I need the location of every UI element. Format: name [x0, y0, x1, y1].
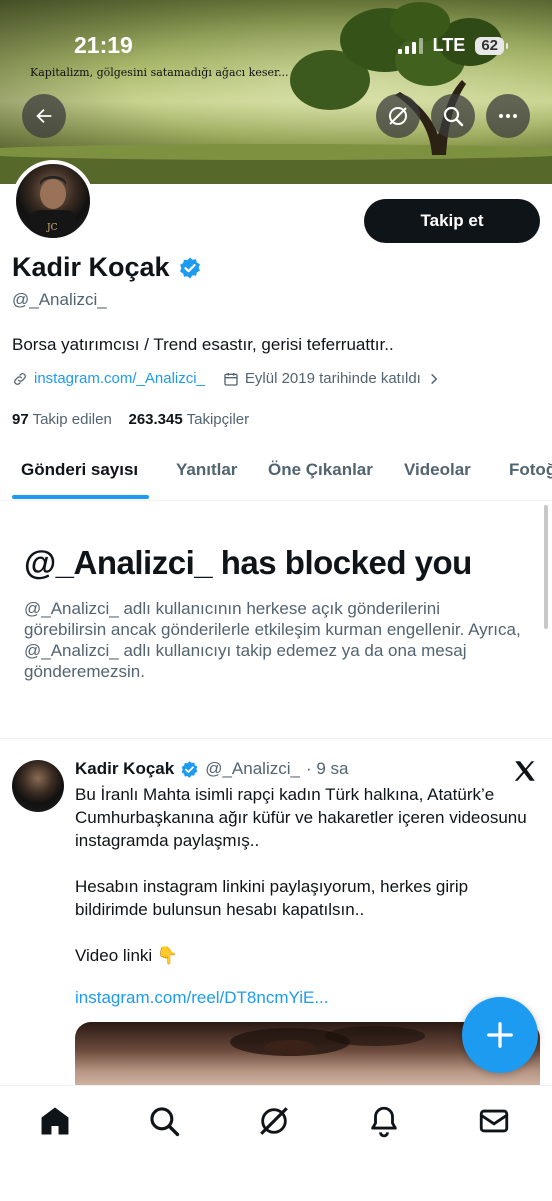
following-count: 97	[12, 411, 29, 428]
grok-button[interactable]	[376, 94, 420, 138]
x-logo-icon	[514, 761, 535, 781]
more-icon	[499, 114, 517, 118]
profile-name-row: Kadir Koçak	[12, 252, 202, 283]
follow-button[interactable]: Takip et	[364, 199, 540, 243]
blocked-title: @_Analizci_ has blocked you	[24, 544, 472, 581]
more-button[interactable]	[486, 94, 530, 138]
tab-photos[interactable]: Fotoğ	[509, 460, 552, 480]
profile-meta: instagram.com/_Analizci_ Eylül 2019 tari…	[12, 370, 441, 387]
tweet-link[interactable]: instagram.com/reel/DT8ncmYiE...	[75, 988, 329, 1008]
signal-icon	[397, 37, 423, 54]
profile-handle: @_Analizci_	[12, 290, 107, 309]
plus-icon	[487, 1022, 513, 1048]
following-label: Takip edilen	[32, 411, 112, 428]
scrollbar[interactable]	[544, 505, 548, 629]
blocked-description: @_Analizci_ adlı kullanıcının herkese aç…	[24, 599, 521, 681]
followers-label: Takipçiler	[186, 411, 250, 428]
tweet-header: Kadir Koçak @_Analizci_ · 9 sa	[75, 759, 348, 779]
tweet-avatar[interactable]	[12, 760, 64, 812]
grok-icon	[389, 107, 407, 125]
verified-badge-icon	[181, 760, 198, 778]
followers-link[interactable]: 263.345 Takipçiler	[128, 411, 249, 428]
status-indicators: LTE 62	[397, 35, 508, 56]
bell-icon[interactable]	[367, 1104, 401, 1138]
tab-posts[interactable]: Gönderi sayısı	[21, 460, 138, 480]
divider	[0, 738, 552, 739]
profile-bio: Borsa yatırımcısı / Trend esastır, geris…	[12, 335, 394, 354]
profile-avatar[interactable]: JC	[12, 160, 94, 242]
home-icon[interactable]	[38, 1104, 72, 1138]
compose-button[interactable]	[462, 997, 538, 1073]
tab-replies[interactable]: Yanıtlar	[176, 460, 237, 480]
bottom-navigation	[0, 1085, 552, 1201]
follow-counts: 97 Takip edilen 263.345 Takipçiler	[12, 411, 249, 428]
profile-banner[interactable]: 21:19 LTE 62 Kapitalizm, gölgesini satam…	[0, 0, 552, 184]
back-button[interactable]	[22, 94, 66, 138]
battery-icon: 62	[475, 36, 508, 55]
network-type: LTE	[432, 35, 466, 55]
chevron-right-icon[interactable]	[427, 372, 441, 386]
tweet-handle: @_Analizci_	[205, 759, 300, 778]
following-link[interactable]: 97 Takip edilen	[12, 411, 112, 428]
profile-tabs: Gönderi sayısı Yanıtlar Öne Çıkanlar Vid…	[0, 446, 552, 501]
verified-badge-icon	[179, 257, 200, 278]
profile-name: Kadir Koçak	[12, 252, 170, 282]
mail-icon[interactable]	[477, 1104, 511, 1138]
tweet-time: · 9 sa	[305, 759, 349, 778]
followers-count: 263.345	[128, 411, 183, 428]
profile-link[interactable]: instagram.com/_Analizci_	[34, 370, 205, 387]
banner-caption: Kapitalizm, gölgesini satamadığı ağacı k…	[30, 66, 289, 79]
active-tab-indicator	[12, 495, 149, 499]
grok-icon[interactable]	[257, 1104, 291, 1138]
svg-text:JC: JC	[46, 223, 58, 233]
tab-videos[interactable]: Videolar	[404, 460, 471, 480]
search-icon[interactable]	[147, 1104, 181, 1138]
tweet-author[interactable]: Kadir Koçak	[75, 759, 174, 779]
tweet-text: Bu İranlı Mahta isimli rapçi kadın Türk …	[75, 785, 527, 965]
link-icon	[14, 372, 26, 385]
calendar-icon	[224, 372, 238, 386]
search-icon	[443, 106, 464, 127]
search-button[interactable]	[431, 94, 475, 138]
arrow-left-icon	[36, 108, 52, 124]
avatar-image: JC	[30, 176, 76, 238]
status-time: 21:19	[74, 32, 133, 58]
tab-highlights[interactable]: Öne Çıkanlar	[268, 460, 373, 480]
tree-image	[0, 2, 552, 184]
joined-date: Eylül 2019 tarihinde katıldı	[244, 370, 421, 387]
